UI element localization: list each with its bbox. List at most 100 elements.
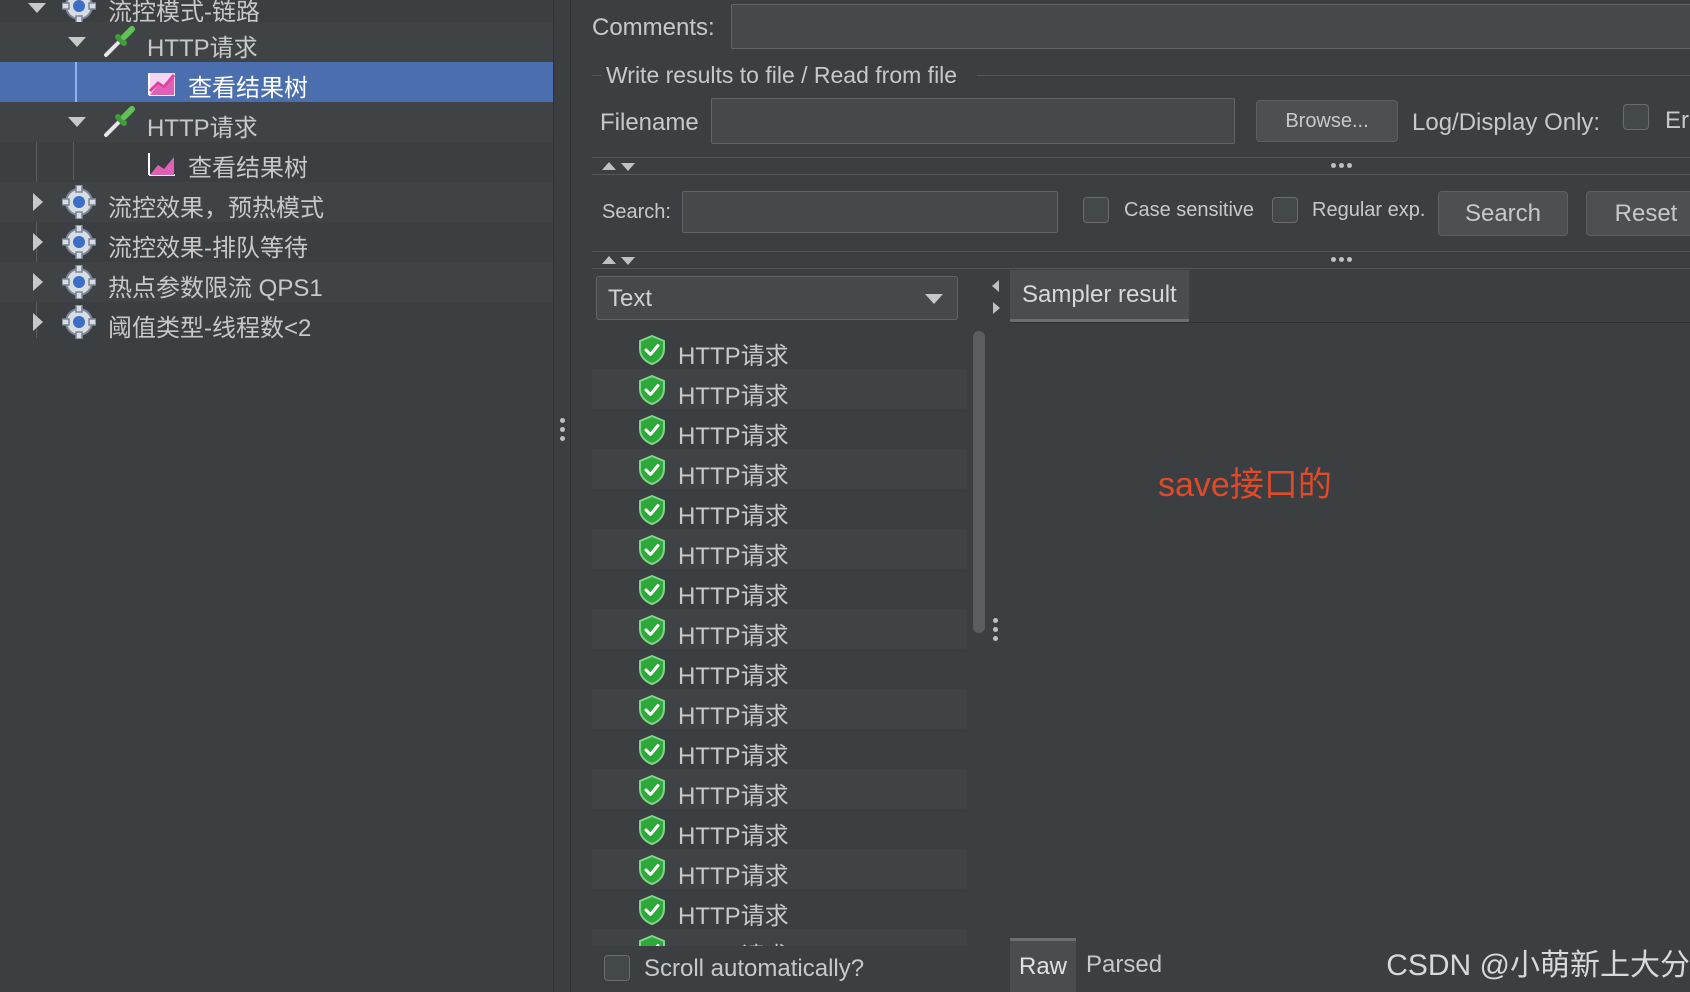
scroll-automatically-label: Scroll automatically? bbox=[644, 955, 865, 982]
result-list-item[interactable]: HTTP请求 bbox=[592, 889, 967, 930]
expand-right-icon[interactable] bbox=[993, 302, 1000, 314]
success-shield-icon bbox=[639, 895, 665, 925]
result-list-item[interactable]: HTTP请求 bbox=[592, 609, 967, 650]
result-label: HTTP请求 bbox=[678, 703, 789, 730]
browse-button[interactable]: Browse... bbox=[1256, 100, 1398, 142]
results-scrollbar[interactable] bbox=[973, 331, 985, 633]
write-results-title: Write results to file / Read from file bbox=[606, 62, 958, 88]
collapse-arrow-icon[interactable] bbox=[28, 3, 46, 13]
filename-field[interactable] bbox=[711, 98, 1235, 144]
success-shield-icon bbox=[639, 455, 665, 485]
scroll-automatically-checkbox[interactable] bbox=[604, 955, 630, 981]
search-button[interactable]: Search bbox=[1438, 191, 1568, 236]
tree-item-results-tree[interactable]: 查看结果树 bbox=[0, 62, 553, 102]
tree-selection-guide bbox=[75, 62, 77, 102]
group-border-top bbox=[592, 75, 602, 76]
tree-item-label: HTTP请求 bbox=[147, 35, 258, 62]
result-label: HTTP请求 bbox=[678, 343, 789, 370]
collapse-up-icon[interactable] bbox=[602, 162, 616, 170]
results-graph-icon bbox=[148, 153, 175, 176]
panel-splitter[interactable] bbox=[553, 0, 571, 992]
splitter-handle-icon[interactable] bbox=[993, 618, 998, 645]
errors-checkbox[interactable] bbox=[1623, 104, 1649, 130]
regular-exp-checkbox[interactable] bbox=[1272, 197, 1298, 223]
expand-arrow-icon[interactable] bbox=[33, 233, 43, 251]
expand-arrow-icon[interactable] bbox=[33, 273, 43, 291]
success-shield-icon bbox=[639, 615, 665, 645]
tree-item-http-sampler[interactable]: HTTP请求 bbox=[0, 102, 553, 142]
renderer-select-value: Text bbox=[608, 285, 653, 312]
tab-raw[interactable]: Raw bbox=[1010, 938, 1076, 992]
collapse-left-icon[interactable] bbox=[992, 280, 999, 292]
result-list-item[interactable]: HTTP请求 bbox=[592, 769, 967, 810]
gear-icon bbox=[62, 265, 96, 299]
tree-item-thread-group[interactable]: 阈值类型-线程数<2 bbox=[0, 302, 553, 342]
group-border-top bbox=[977, 75, 1690, 76]
success-shield-icon bbox=[639, 335, 665, 365]
result-list-item[interactable]: HTTP请求 bbox=[592, 529, 967, 570]
pipette-icon bbox=[104, 26, 135, 57]
success-shield-icon bbox=[639, 415, 665, 445]
result-list-item[interactable]: HTTP请求 bbox=[592, 449, 967, 490]
result-list-item[interactable]: HTTP请求 bbox=[592, 849, 967, 890]
search-input[interactable] bbox=[682, 191, 1058, 233]
result-label: HTTP请求 bbox=[678, 663, 789, 690]
expand-arrow-icon[interactable] bbox=[33, 193, 43, 211]
result-list-item[interactable]: HTTP请求 bbox=[592, 409, 967, 450]
result-label: HTTP请求 bbox=[678, 383, 789, 410]
tab-border bbox=[1010, 322, 1690, 323]
collapse-arrow-icon[interactable] bbox=[68, 37, 86, 47]
drag-handle-icon[interactable] bbox=[1331, 163, 1355, 168]
tree-item-thread-group[interactable]: 热点参数限流 QPS1 bbox=[0, 262, 553, 302]
tab-sampler-result[interactable]: Sampler result bbox=[1010, 270, 1189, 322]
result-list-item[interactable]: HTTP请求 bbox=[592, 649, 967, 690]
collapse-arrow-icon[interactable] bbox=[68, 117, 86, 127]
result-list-item[interactable]: HTTP请求 bbox=[592, 689, 967, 730]
tab-parsed[interactable]: Parsed bbox=[1086, 938, 1162, 992]
sample-results-list[interactable]: HTTP请求 HTTP请求 HTTP请求 HTTP请求 HTTP请求 HTTP请求 HTTP… bbox=[592, 329, 967, 946]
result-list-item[interactable]: HTTP请求 bbox=[592, 729, 967, 770]
result-label: HTTP请求 bbox=[678, 936, 789, 946]
renderer-select[interactable]: Text bbox=[596, 276, 958, 320]
test-plan-tree: 流控模式-链路 HTTP请求 查看结果树 HTTP请求 查看结果树 流控效果，预… bbox=[0, 0, 553, 992]
collapse-up-icon[interactable] bbox=[602, 256, 616, 264]
annotation-text: save接口的 bbox=[1158, 466, 1332, 504]
case-sensitive-checkbox[interactable] bbox=[1083, 197, 1109, 223]
success-shield-icon bbox=[639, 775, 665, 805]
result-list-item[interactable]: HTTP请求 bbox=[592, 569, 967, 610]
gear-icon bbox=[62, 0, 96, 23]
section-divider bbox=[592, 157, 1690, 158]
expand-arrow-icon[interactable] bbox=[33, 313, 43, 331]
tree-item-label: 阈值类型-线程数<2 bbox=[108, 315, 312, 342]
tree-item-thread-group[interactable]: 流控效果，预热模式 bbox=[0, 182, 553, 222]
results-splitter[interactable] bbox=[990, 270, 1002, 992]
collapse-down-icon[interactable] bbox=[621, 257, 635, 265]
errors-label: Err bbox=[1665, 107, 1690, 134]
result-label: HTTP请求 bbox=[678, 783, 789, 810]
result-list-item[interactable]: HTTP请求 bbox=[592, 929, 967, 946]
result-label: HTTP请求 bbox=[678, 863, 789, 890]
comments-field[interactable] bbox=[731, 4, 1690, 49]
splitter-handle-icon[interactable] bbox=[560, 418, 565, 445]
gear-icon bbox=[62, 225, 96, 259]
results-tree-panel: Comments: Write results to file / Read f… bbox=[572, 0, 1690, 992]
section-divider bbox=[592, 251, 1690, 252]
success-shield-icon bbox=[639, 655, 665, 685]
result-label: HTTP请求 bbox=[678, 623, 789, 650]
collapse-down-icon[interactable] bbox=[621, 163, 635, 171]
filename-label: Filename bbox=[600, 109, 699, 136]
result-list-item[interactable]: HTTP请求 bbox=[592, 369, 967, 410]
success-shield-icon bbox=[639, 855, 665, 885]
tree-item-http-sampler[interactable]: HTTP请求 bbox=[0, 22, 553, 62]
tree-item-results-tree[interactable]: 查看结果树 bbox=[0, 142, 553, 182]
result-label: HTTP请求 bbox=[678, 423, 789, 450]
tree-item-thread-group[interactable]: 流控效果-排队等待 bbox=[0, 222, 553, 262]
sampler-result-area: Sampler result save接口的 Raw Parsed bbox=[1010, 270, 1690, 992]
result-list-item[interactable]: HTTP请求 bbox=[592, 489, 967, 530]
result-list-item[interactable]: HTTP请求 bbox=[592, 809, 967, 850]
results-graph-icon bbox=[148, 73, 176, 96]
reset-button[interactable]: Reset bbox=[1586, 191, 1690, 236]
result-list-item[interactable]: HTTP请求 bbox=[592, 329, 967, 370]
drag-handle-icon[interactable] bbox=[1331, 257, 1355, 262]
regular-exp-label: Regular exp. bbox=[1312, 199, 1426, 221]
